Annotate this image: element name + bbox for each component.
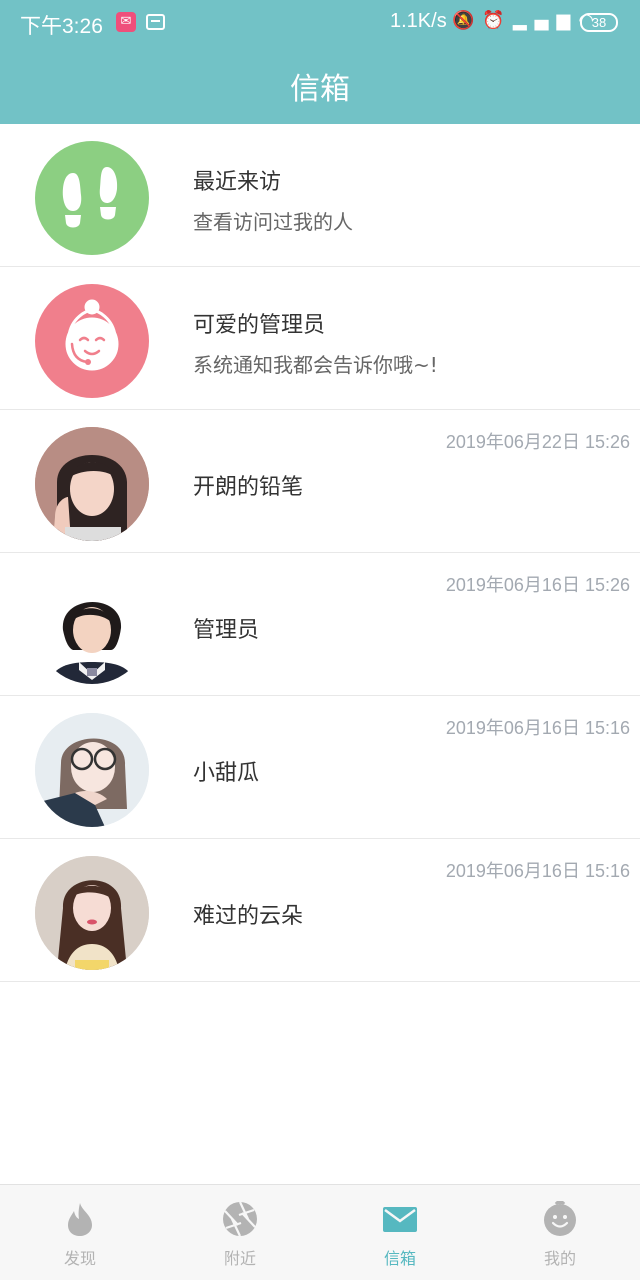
item-name: 最近来访	[193, 170, 282, 195]
aperture-icon	[223, 1201, 257, 1237]
battery-indicator: 38	[580, 13, 618, 32]
item-subtitle: 查看访问过我的人	[193, 210, 353, 234]
list-item-message[interactable]: 2019年06月16日 15:26 管理员	[0, 553, 640, 696]
item-name: 可爱的管理员	[193, 313, 326, 338]
message-time: 2019年06月16日 15:16	[445, 718, 630, 738]
bell-off-icon: 🔕	[452, 10, 483, 31]
message-time: 2019年06月16日 15:16	[445, 861, 630, 881]
item-name: 小甜瓜	[193, 761, 260, 786]
admin-face-icon	[35, 284, 149, 398]
network-speed: 1.1K/s	[390, 10, 447, 32]
alarm-icon: ⏰	[482, 10, 513, 31]
tab-label: 附近	[223, 1249, 256, 1268]
tab-nearby[interactable]: 附近	[160, 1185, 320, 1280]
message-time: 2019年06月22日 15:26	[445, 432, 630, 452]
signal-icon: ▂▄▆	[512, 10, 579, 31]
list-item-recent-visitors[interactable]: 最近来访 查看访问过我的人	[0, 124, 640, 267]
tab-label: 发现	[63, 1249, 96, 1268]
tab-label: 我的	[543, 1249, 576, 1268]
item-name: 管理员	[193, 618, 260, 643]
list-item-message[interactable]: 2019年06月16日 15:16 小甜瓜	[0, 696, 640, 839]
bottom-tab-bar: 发现 附近 信箱 我的	[0, 1184, 640, 1280]
flame-icon	[68, 1203, 92, 1236]
notification-app-icon: ✉	[116, 12, 136, 32]
avatar	[35, 570, 149, 684]
page-title: 信箱	[290, 72, 350, 107]
avatar	[35, 427, 149, 541]
list-item-message[interactable]: 2019年06月22日 15:26 开朗的铅笔	[0, 410, 640, 553]
list-item-message[interactable]: 2019年06月16日 15:16 难过的云朵	[0, 839, 640, 982]
tab-discover[interactable]: 发现	[0, 1185, 160, 1280]
smiley-icon	[544, 1201, 576, 1236]
list-item-admin-notice[interactable]: 可爱的管理员 系统通知我都会告诉你哦~!	[0, 267, 640, 410]
app-header: 下午3:26 ✉ 1.1K/s 🔕⏰▂▄▆◠ 38 信箱	[0, 0, 640, 124]
mail-icon	[383, 1207, 417, 1232]
notification-message-icon	[146, 14, 165, 30]
item-subtitle: 系统通知我都会告诉你哦~!	[193, 353, 438, 377]
tab-mailbox[interactable]: 信箱	[320, 1185, 480, 1280]
status-time: 下午3:26	[20, 15, 103, 38]
avatar	[35, 713, 149, 827]
message-time: 2019年06月16日 15:26	[445, 575, 630, 595]
footprints-icon	[35, 141, 149, 255]
status-bar: 下午3:26 ✉ 1.1K/s 🔕⏰▂▄▆◠ 38	[0, 0, 640, 48]
tab-label: 信箱	[383, 1249, 416, 1268]
mailbox-list: 最近来访 查看访问过我的人 可爱的管理员 系统通知我都会告诉你哦~! 2019年…	[0, 124, 640, 982]
item-name: 开朗的铅笔	[193, 475, 304, 500]
item-name: 难过的云朵	[193, 904, 304, 929]
tab-mine[interactable]: 我的	[480, 1185, 640, 1280]
avatar	[35, 856, 149, 970]
